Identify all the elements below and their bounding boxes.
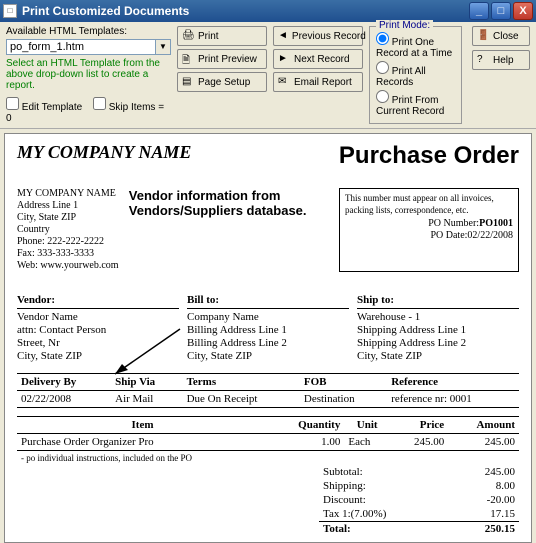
print-mode-legend: Print Mode: [376, 20, 433, 31]
mode-current-radio[interactable]: Print From Current Record [376, 90, 455, 117]
close-button[interactable]: 🚪Close [472, 26, 530, 46]
maximize-button[interactable]: □ [491, 2, 511, 20]
preview-icon: 🗎 [182, 53, 194, 65]
from-address-block: MY COMPANY NAME Address Line 1 City, Sta… [17, 188, 119, 272]
template-combo[interactable]: ▼ [6, 39, 171, 55]
templates-label: Available HTML Templates: [6, 26, 171, 37]
items-table: Item Quantity Unit Price Amount Purchase… [17, 416, 519, 465]
toolbar: Available HTML Templates: ▼ Select an HT… [0, 22, 536, 129]
document-preview[interactable]: MY COMPANY NAME Purchase Order MY COMPAN… [4, 133, 532, 543]
mode-all-radio[interactable]: Print All Records [376, 61, 455, 88]
printer-icon: 🖨 [182, 30, 194, 42]
print-button[interactable]: 🖨Print [177, 26, 267, 46]
email-icon: ✉ [278, 76, 290, 88]
shipto-block: Ship to: Warehouse - 1 Shipping Address … [357, 294, 519, 363]
previous-record-button[interactable]: ◄Previous Record [273, 26, 363, 46]
app-icon: □ [3, 4, 17, 18]
vendor-block: Vendor: Vendor Name attn: Contact Person… [17, 294, 179, 363]
page-setup-icon: ▤ [182, 76, 194, 88]
totals-table: Subtotal:245.00 Shipping:8.00 Discount:-… [319, 465, 519, 536]
door-icon: 🚪 [477, 30, 489, 42]
help-icon: ? [477, 54, 489, 66]
arrow-left-icon: ◄ [278, 30, 288, 42]
table-row: Purchase Order Organizer Pro 1.00 Each 2… [17, 434, 519, 451]
print-mode-group: Print Mode: Print One Record at a Time P… [369, 26, 462, 124]
window-title: Print Customized Documents [22, 4, 467, 18]
edit-template-check[interactable]: Edit Template [6, 102, 82, 113]
billto-block: Bill to: Company Name Billing Address Li… [187, 294, 349, 363]
template-hint: Select an HTML Template from the above d… [6, 58, 171, 91]
titlebar: □ Print Customized Documents _ □ X [0, 0, 536, 22]
help-button[interactable]: ?Help [472, 50, 530, 70]
next-record-button[interactable]: ►Next Record [273, 49, 363, 69]
email-report-button[interactable]: ✉Email Report [273, 72, 363, 92]
vendor-annotation: Vendor information from Vendors/Supplier… [129, 188, 339, 272]
print-preview-button[interactable]: 🗎Print Preview [177, 49, 267, 69]
close-window-button[interactable]: X [513, 2, 533, 20]
items-note: - po individual instructions, included o… [17, 451, 519, 466]
po-title: Purchase Order [339, 142, 519, 170]
minimize-button[interactable]: _ [469, 2, 489, 20]
mode-one-radio[interactable]: Print One Record at a Time [376, 32, 455, 59]
arrow-right-icon: ► [278, 53, 290, 65]
chevron-down-icon[interactable]: ▼ [156, 39, 171, 55]
po-number-box: This number must appear on all invoices,… [339, 188, 519, 272]
page-setup-button[interactable]: ▤Page Setup [177, 72, 267, 92]
template-input[interactable] [6, 39, 156, 55]
terms-table: Delivery By Ship Via Terms FOB Reference… [17, 373, 519, 408]
company-name: MY COMPANY NAME [17, 142, 191, 162]
